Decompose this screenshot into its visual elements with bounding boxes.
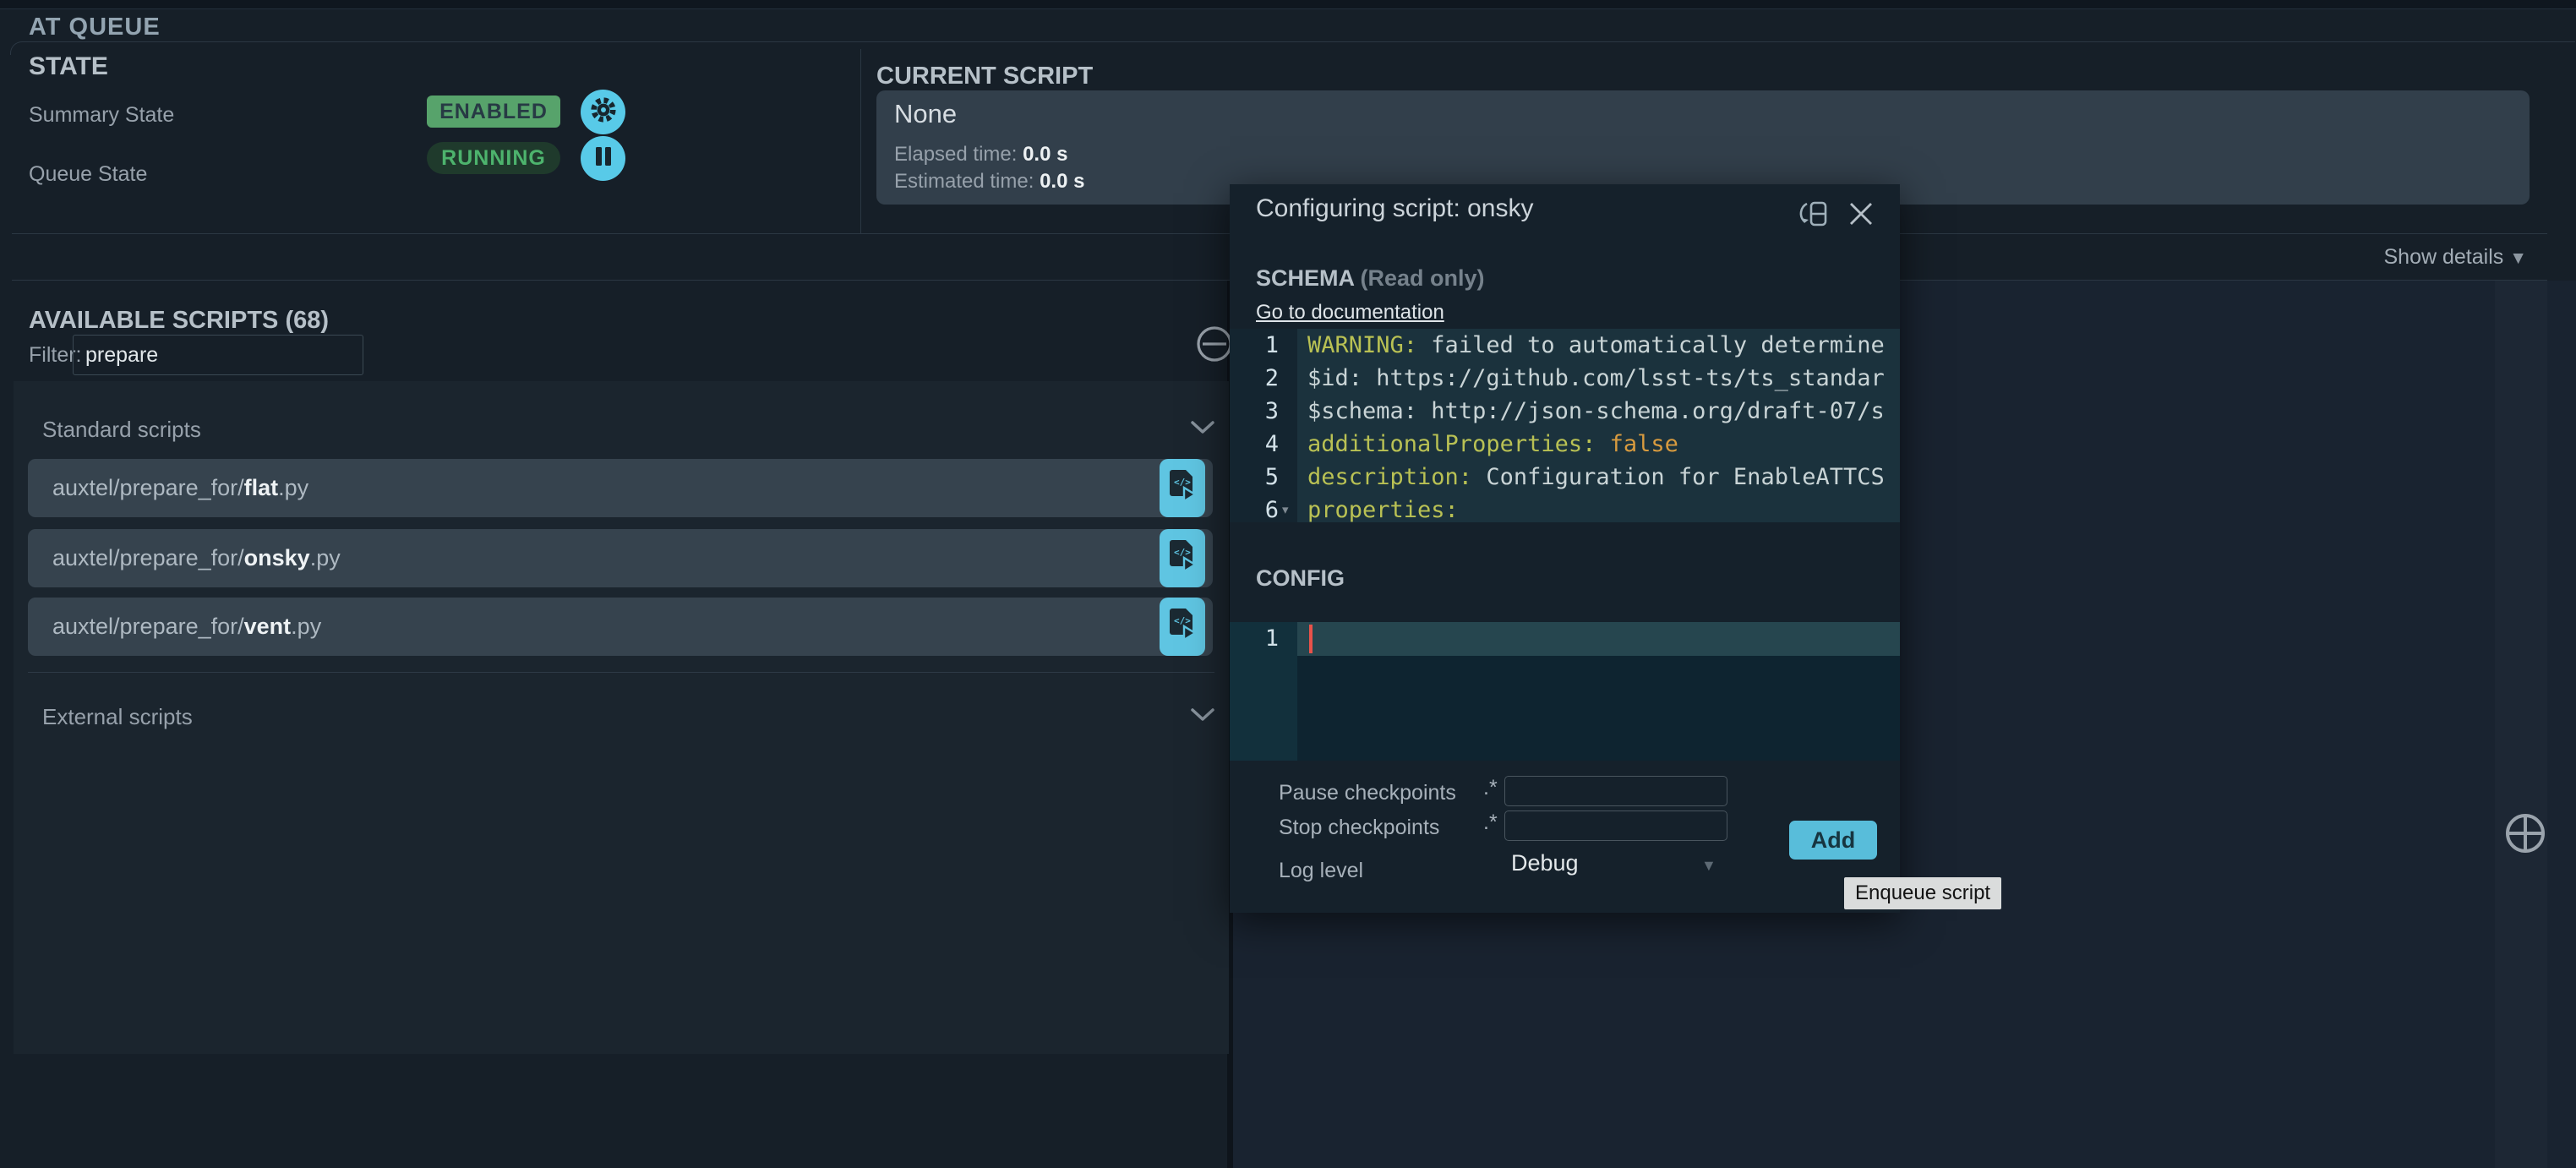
- script-launch-icon: </>: [1167, 606, 1198, 647]
- script-launch-icon: </>: [1167, 538, 1198, 579]
- stop-checkpoints-input[interactable]: [1504, 811, 1727, 841]
- log-level-select[interactable]: Debug ▼: [1511, 850, 1722, 876]
- chevron-down-icon: [1190, 712, 1215, 726]
- script-row-vent[interactable]: auxtel/prepare_for/vent.py </>: [28, 598, 1213, 656]
- svg-text:</>: </>: [1174, 477, 1191, 488]
- elapsed-time-label: Elapsed time:: [894, 143, 1017, 166]
- script-name: onsky: [244, 545, 310, 570]
- enqueue-script-tooltip: Enqueue script: [1844, 877, 2001, 909]
- circle-minus-icon: [1195, 352, 1234, 367]
- filter-input[interactable]: [73, 335, 363, 375]
- launch-script-onsky-button[interactable]: </>: [1160, 529, 1205, 587]
- current-script-heading: CURRENT SCRIPT: [876, 63, 1093, 90]
- script-row-flat[interactable]: auxtel/prepare_for/flat.py </>: [28, 459, 1213, 517]
- collapse-list-button[interactable]: [1195, 325, 1234, 368]
- standard-scripts-collapse[interactable]: [1190, 420, 1215, 439]
- pause-checkpoints-label: Pause checkpoints: [1279, 781, 1456, 805]
- config-heading: CONFIG: [1256, 565, 1345, 592]
- stop-regex-hint: .*: [1483, 811, 1498, 835]
- available-scripts-heading: AVAILABLE SCRIPTS (68): [29, 307, 329, 335]
- external-scripts-group-label: External scripts: [42, 704, 193, 730]
- at-queue-page: AT QUEUE STATE Summary State ENABLED Que…: [0, 0, 2576, 1168]
- show-details-arrow-icon: ▼: [2509, 248, 2527, 268]
- estimated-time-label: Estimated time:: [894, 170, 1034, 193]
- top-strip: [0, 0, 2576, 9]
- script-launch-icon: </>: [1167, 467, 1198, 509]
- state-heading: STATE: [29, 52, 108, 81]
- script-name: flat: [244, 475, 279, 500]
- script-ext: .py: [310, 545, 341, 570]
- show-details-label: Show details: [2384, 245, 2504, 269]
- copy-config-button[interactable]: [1794, 196, 1833, 237]
- pause-checkpoints-input[interactable]: [1504, 776, 1727, 806]
- schema-heading: SCHEMA: [1256, 265, 1354, 291]
- crosshair-circle-icon: [2502, 846, 2549, 860]
- config-editor[interactable]: 1: [1230, 622, 1900, 761]
- launch-script-vent-button[interactable]: </>: [1160, 598, 1205, 656]
- queue-state-label: Queue State: [29, 162, 147, 187]
- locate-current-button[interactable]: [2502, 810, 2549, 861]
- config-cursor: [1309, 625, 1313, 653]
- page-frame-border: [10, 41, 2575, 55]
- script-ext: .py: [278, 475, 308, 500]
- script-name: vent: [244, 614, 292, 639]
- launch-script-flat-button[interactable]: </>: [1160, 459, 1205, 517]
- state-current-divider: [860, 49, 861, 233]
- svg-text:</>: </>: [1174, 547, 1191, 558]
- script-path-prefix: auxtel/prepare_for/: [52, 475, 244, 500]
- documentation-link[interactable]: Go to documentation: [1256, 301, 1444, 325]
- queue-panel-scroll-strip: [2495, 281, 2547, 1168]
- settings-button[interactable]: [581, 90, 625, 134]
- stop-checkpoints-label: Stop checkpoints: [1279, 816, 1439, 840]
- svg-text:</>: </>: [1174, 615, 1191, 626]
- schema-readonly-hint: (Read only): [1361, 265, 1485, 291]
- script-ext: .py: [291, 614, 321, 639]
- script-row-onsky[interactable]: auxtel/prepare_for/onsky.py </>: [28, 529, 1213, 587]
- log-level-label: Log level: [1279, 859, 1363, 883]
- close-icon: [1847, 217, 1875, 232]
- show-details-toggle[interactable]: Show details ▼: [2282, 245, 2527, 270]
- pause-queue-button[interactable]: [581, 136, 625, 181]
- gear-icon: [589, 96, 618, 128]
- schema-editor[interactable]: 1 WARNING: failed to automatically deter…: [1230, 329, 1900, 522]
- pause-regex-hint: .*: [1483, 776, 1498, 800]
- log-level-value: Debug: [1511, 850, 1579, 876]
- external-scripts-collapse[interactable]: [1190, 707, 1215, 727]
- queue-state-badge: RUNNING: [427, 142, 560, 174]
- elapsed-time-value: 0.0 s: [1023, 143, 1067, 166]
- pause-icon: [592, 145, 614, 172]
- standard-scripts-group-label: Standard scripts: [42, 417, 201, 443]
- script-path-prefix: auxtel/prepare_for/: [52, 545, 244, 570]
- current-script-name: None: [894, 99, 957, 129]
- configure-script-modal: Configuring script: onsky SCHEMA: [1230, 184, 1900, 913]
- add-button[interactable]: Add: [1789, 821, 1877, 860]
- rotate-paste-icon: [1794, 222, 1833, 237]
- group-divider: [28, 672, 1214, 673]
- scripts-panel: Standard scripts auxtel/prepare_for/flat…: [14, 381, 1229, 1054]
- modal-title: Configuring script: onsky: [1256, 194, 1533, 223]
- fold-marker-icon[interactable]: ▾: [1282, 494, 1289, 522]
- chevron-down-icon: [1190, 424, 1215, 439]
- estimated-time-value: 0.0 s: [1040, 170, 1084, 193]
- summary-state-badge: ENABLED: [427, 96, 560, 128]
- page-title: AT QUEUE: [29, 14, 161, 41]
- summary-state-label: Summary State: [29, 103, 174, 128]
- select-arrow-icon: ▼: [1701, 857, 1716, 875]
- script-path-prefix: auxtel/prepare_for/: [52, 614, 244, 639]
- close-modal-button[interactable]: [1847, 199, 1875, 232]
